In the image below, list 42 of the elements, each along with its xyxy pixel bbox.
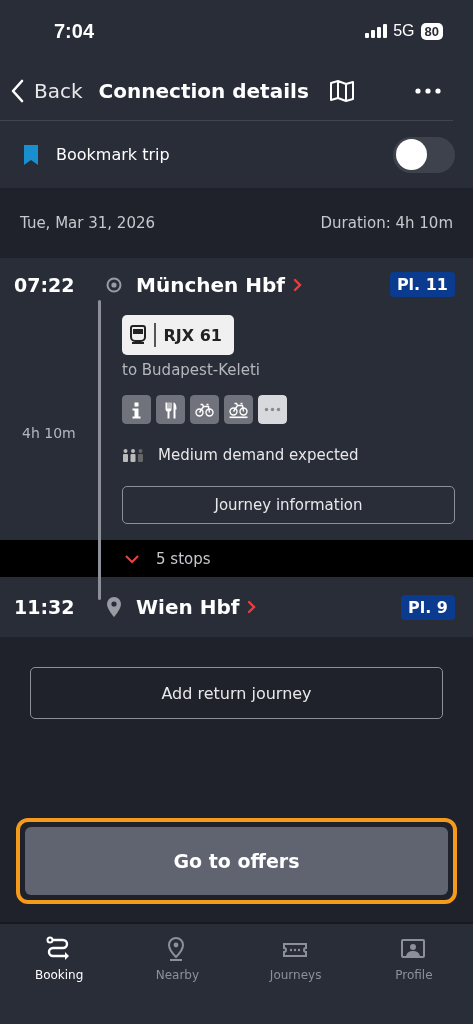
station-link[interactable]: Wien Hbf <box>136 595 257 619</box>
info-icon[interactable] <box>122 395 151 424</box>
bicycle-icon[interactable] <box>224 395 253 424</box>
map-icon <box>328 79 355 103</box>
cutlery-icon[interactable] <box>156 395 185 424</box>
back-button[interactable]: Back <box>10 79 83 103</box>
tab-bar-item[interactable]: Profile <box>354 924 473 994</box>
battery-indicator: 80 <box>420 22 443 40</box>
network-label: 5G <box>393 22 415 40</box>
train-destination: to Budapest-Keleti <box>122 361 261 379</box>
add-return-journey-button[interactable]: Add return journey <box>30 667 443 719</box>
train-badge[interactable]: RJX 61 <box>122 315 234 355</box>
chevron-right-icon <box>247 600 257 614</box>
tab-bar-item[interactable]: Booking <box>0 924 119 994</box>
chevron-right-icon <box>293 277 302 292</box>
trip-duration: Duration: 4h 10m <box>320 214 453 232</box>
status-time: 7:04 <box>54 19 95 43</box>
travel-time: 4h 10m <box>22 425 76 441</box>
tab-bar-item[interactable]: Journeys <box>236 924 355 994</box>
departure-time: 07:22 <box>14 273 76 296</box>
stops-toggle[interactable]: 5 stops <box>124 549 211 568</box>
journey-information-button[interactable]: Journey information <box>122 486 455 524</box>
demand-label: Medium demand expected <box>158 446 359 464</box>
trip-date: Tue, Mar 31, 2026 <box>20 214 156 232</box>
signal-icon <box>365 24 388 38</box>
bookmark-icon <box>24 144 38 165</box>
bookmark-toggle[interactable] <box>393 136 455 173</box>
platform-badge: Pl. 11 <box>389 272 455 297</box>
tab-bar-item[interactable]: Nearby <box>118 924 237 994</box>
origin-circle-icon <box>106 276 122 293</box>
more-icon <box>415 88 441 94</box>
chevron-down-icon <box>124 553 140 564</box>
bicycle-icon[interactable] <box>190 395 219 424</box>
station-link[interactable]: München Hbf <box>136 272 302 297</box>
platform-badge: Pl. 9 <box>401 594 455 620</box>
arrival-time: 11:32 <box>14 596 76 618</box>
train-icon <box>130 325 146 345</box>
chevron-left-icon <box>10 79 24 103</box>
screen-title: Connection details <box>98 79 309 103</box>
demand-icon <box>122 448 144 462</box>
bookmark-label: Bookmark trip <box>56 145 170 164</box>
go-to-offers-button[interactable]: Go to offers <box>25 827 448 895</box>
